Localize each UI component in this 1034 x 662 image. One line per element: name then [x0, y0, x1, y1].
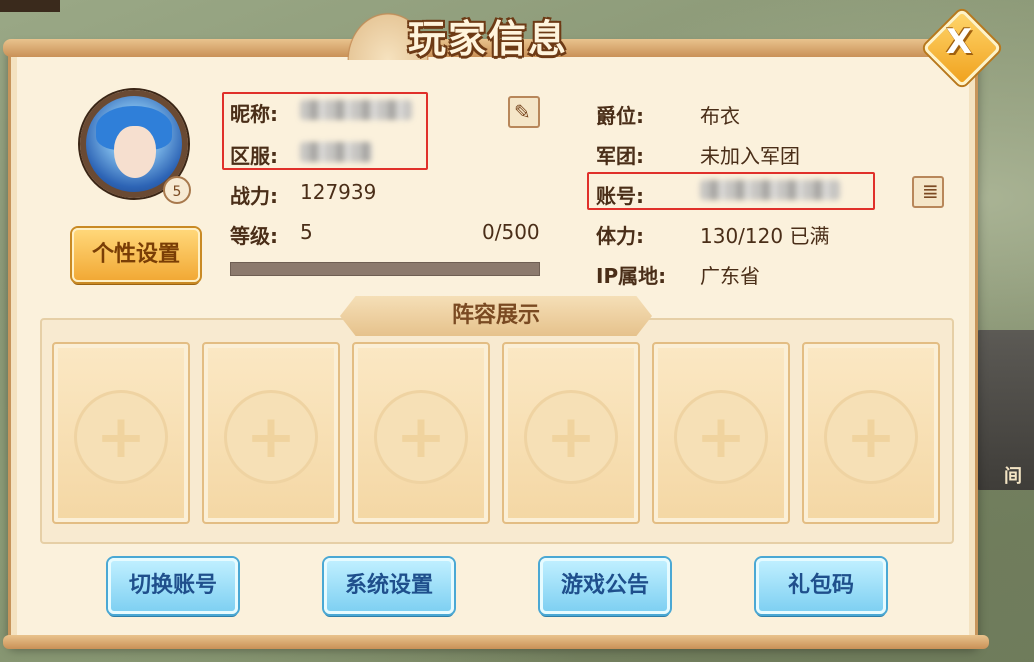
- level-label: 等级:: [230, 224, 278, 248]
- copy-account-button[interactable]: ≣: [912, 176, 944, 208]
- switch-account-button[interactable]: 切换账号: [108, 558, 238, 614]
- edit-nickname-button[interactable]: ✎: [508, 96, 540, 128]
- highlight-box-nickname-server: [222, 92, 428, 170]
- lineup-slot[interactable]: +: [52, 342, 190, 524]
- background-building-label: 间: [1004, 466, 1022, 487]
- slot-circle: +: [524, 390, 618, 484]
- notebook-icon: ≣: [922, 179, 939, 203]
- lineup-slot[interactable]: +: [652, 342, 790, 524]
- rank-value: 布衣: [700, 104, 740, 128]
- gift-code-button[interactable]: 礼包码: [756, 558, 886, 614]
- ip-location-value: 广东省: [700, 264, 760, 288]
- legion-label: 军团:: [596, 144, 644, 168]
- plus-icon: +: [395, 402, 447, 472]
- lineup-title: 阵容展示: [340, 296, 652, 336]
- rank-label: 爵位:: [596, 104, 644, 128]
- slot-circle: +: [674, 390, 768, 484]
- exp-value: 0/500: [482, 220, 540, 244]
- slot-circle: +: [74, 390, 168, 484]
- page-title: 玩家信息: [408, 17, 569, 61]
- panel-bottom-border: [3, 635, 989, 649]
- lineup-slot[interactable]: +: [352, 342, 490, 524]
- power-value: 127939: [300, 180, 377, 204]
- stamina-label: 体力:: [596, 224, 644, 248]
- plus-icon: +: [245, 402, 297, 472]
- ip-location-label: IP属地:: [596, 264, 667, 288]
- level-value: 5: [300, 220, 313, 244]
- lineup-slot[interactable]: +: [802, 342, 940, 524]
- pencil-icon: ✎: [514, 100, 531, 124]
- slot-circle: +: [224, 390, 318, 484]
- lineup-slot[interactable]: +: [502, 342, 640, 524]
- plus-icon: +: [845, 402, 897, 472]
- personal-settings-button[interactable]: 个性设置: [72, 228, 200, 282]
- avatar-level-badge: 5: [163, 176, 191, 204]
- close-button[interactable]: X: [922, 8, 1002, 88]
- lineup-slot[interactable]: +: [202, 342, 340, 524]
- power-label: 战力:: [230, 184, 278, 208]
- background-topleft-strip: [0, 0, 60, 12]
- highlight-box-account: [587, 172, 875, 210]
- system-settings-button[interactable]: 系统设置: [324, 558, 454, 614]
- avatar-face: [114, 126, 156, 178]
- game-notice-button[interactable]: 游戏公告: [540, 558, 670, 614]
- plus-icon: +: [695, 402, 747, 472]
- exp-progress-bar: [230, 262, 540, 276]
- slot-circle: +: [374, 390, 468, 484]
- stamina-value: 130/120 已满: [700, 224, 830, 248]
- plus-icon: +: [545, 402, 597, 472]
- plus-icon: +: [95, 402, 147, 472]
- legion-value: 未加入军团: [700, 144, 800, 168]
- slot-circle: +: [824, 390, 918, 484]
- close-icon: X: [945, 22, 973, 62]
